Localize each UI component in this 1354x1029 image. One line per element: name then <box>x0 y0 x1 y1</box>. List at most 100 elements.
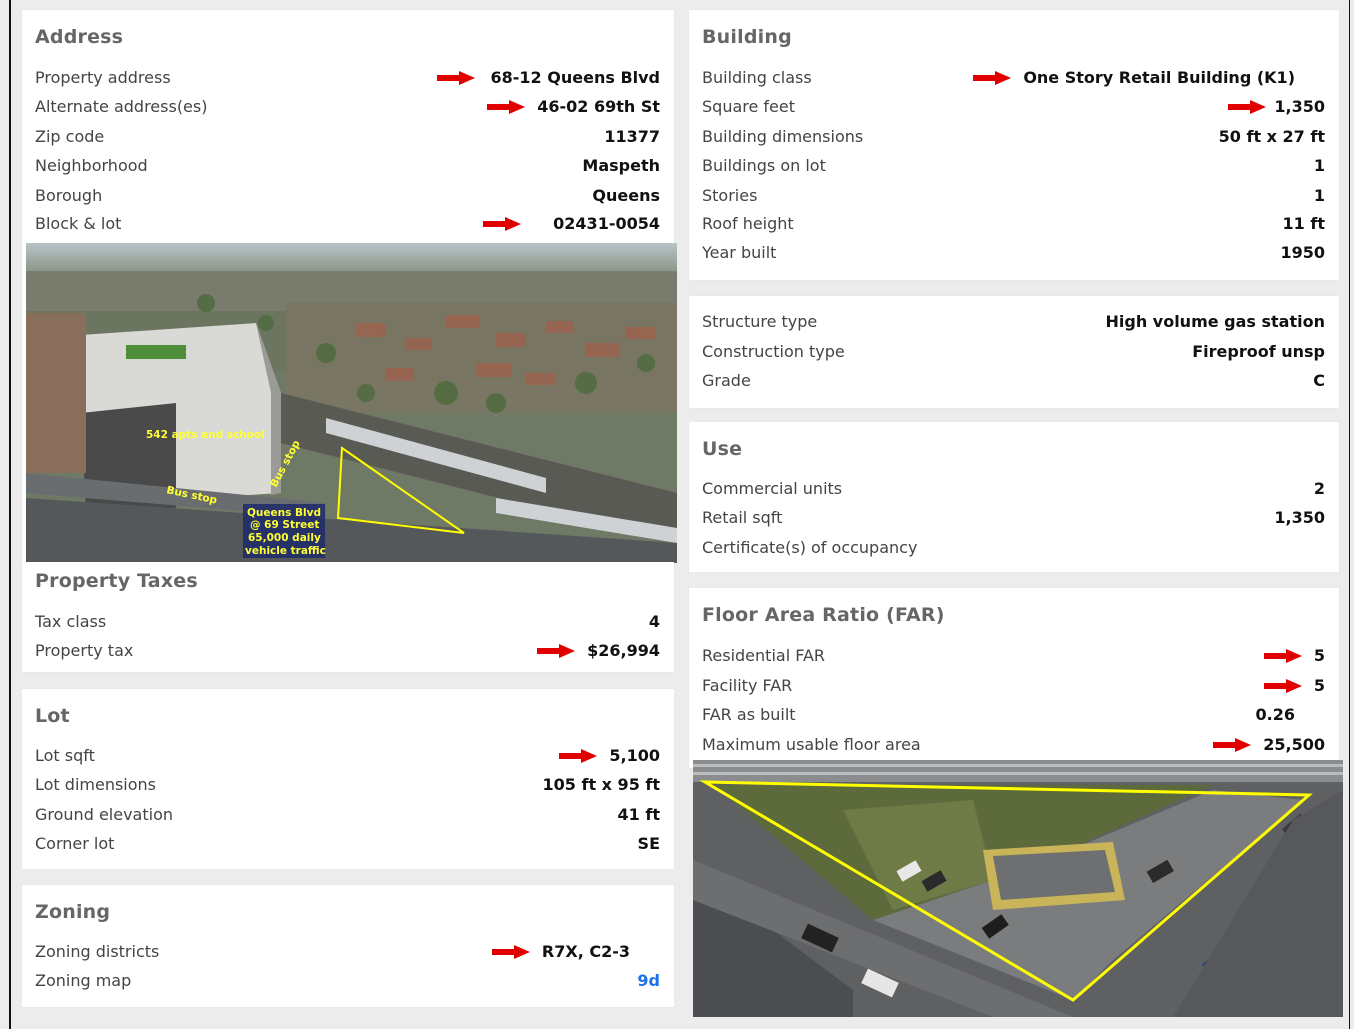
borough-value: Queens <box>592 186 660 205</box>
max-usable-floor-area-value: 25,500 <box>1213 735 1325 754</box>
left-border <box>9 0 11 1029</box>
property-address-row: Property address 68-12 Queens Blvd <box>35 68 660 92</box>
construction-type-row: Construction type Fireproof unsp <box>702 342 1325 366</box>
right-border <box>1349 0 1350 1029</box>
residential-far-label: Residential FAR <box>702 646 826 665</box>
ground-elevation-value: 41 ft <box>617 805 660 824</box>
certificate-occupancy-row: Certificate(s) of occupancy <box>702 538 1325 562</box>
commercial-units-label: Commercial units <box>702 479 843 498</box>
lot-sqft-row: Lot sqft 5,100 <box>35 746 660 770</box>
building-dimensions-row: Building dimensions 50 ft x 27 ft <box>702 127 1325 151</box>
zoning-map-link[interactable]: 9d <box>637 971 660 990</box>
lot-aerial-photo <box>693 760 1343 1017</box>
red-arrow-icon <box>973 70 1012 85</box>
lot-title: Lot <box>35 705 70 727</box>
lot-sqft-value: 5,100 <box>559 746 660 765</box>
alternate-address-row: Alternate address(es) 46-02 69th St <box>35 97 660 121</box>
red-arrow-icon <box>1213 737 1252 752</box>
use-title: Use <box>702 438 743 460</box>
facility-far-row: Facility FAR 5 <box>702 676 1325 700</box>
certificate-occupancy-label: Certificate(s) of occupancy <box>702 538 918 557</box>
lot-dimensions-label: Lot dimensions <box>35 775 156 794</box>
red-arrow-icon <box>1263 648 1302 663</box>
red-arrow-icon <box>483 216 541 231</box>
property-taxes-card: Property Taxes Tax class 4 Property tax … <box>22 562 674 672</box>
neighborhood-label: Neighborhood <box>35 156 148 175</box>
building-class-label: Building class <box>702 68 812 87</box>
construction-type-label: Construction type <box>702 342 845 361</box>
retail-sqft-label: Retail sqft <box>702 508 783 527</box>
zoning-districts-label: Zoning districts <box>35 942 160 961</box>
property-tax-value: $26,994 <box>537 641 660 660</box>
block-lot-label: Block & lot <box>35 214 122 233</box>
roof-height-value: 11 ft <box>1282 214 1325 233</box>
retail-sqft-row: Retail sqft 1,350 <box>702 508 1325 532</box>
structure-type-label: Structure type <box>702 312 818 331</box>
property-address-label: Property address <box>35 68 171 87</box>
traffic-caption-line1: Queens Blvd <box>247 507 321 519</box>
building-class-value: One Story Retail Building (K1) <box>973 68 1295 87</box>
stories-label: Stories <box>702 186 758 205</box>
aerial-neighborhood-photo: 542 apts and school Bus stop Bus stop Qu… <box>26 243 677 563</box>
building-class-row: Building class One Story Retail Building… <box>702 68 1325 92</box>
lot-sqft-label: Lot sqft <box>35 746 95 765</box>
construction-type-value: Fireproof unsp <box>1192 342 1325 361</box>
property-address-value: 68-12 Queens Blvd <box>436 68 660 87</box>
zoning-title: Zoning <box>35 901 111 923</box>
zip-code-label: Zip code <box>35 127 105 146</box>
far-as-built-value: 0.26 <box>1255 705 1295 724</box>
zoning-card: Zoning Zoning districts R7X, C2-3 Zoning… <box>22 885 674 1007</box>
far-card: Floor Area Ratio (FAR) Residential FAR 5… <box>689 588 1339 768</box>
square-feet-row: Square feet 1,350 <box>702 97 1325 121</box>
property-tax-row: Property tax $26,994 <box>35 641 660 665</box>
borough-row: Borough Queens <box>35 186 660 210</box>
corner-lot-row: Corner lot SE <box>35 834 660 858</box>
lot-card: Lot Lot sqft 5,100 Lot dimensions 105 ft… <box>22 689 674 869</box>
red-arrow-icon <box>537 643 576 658</box>
address-card: Address Property address 68-12 Queens Bl… <box>22 10 677 563</box>
zoning-districts-row: Zoning districts R7X, C2-3 <box>35 942 660 966</box>
apartments-caption: 542 apts and school <box>146 429 265 441</box>
buildings-on-lot-row: Buildings on lot 1 <box>702 156 1325 180</box>
property-taxes-title: Property Taxes <box>35 570 198 592</box>
borough-label: Borough <box>35 186 103 205</box>
square-feet-label: Square feet <box>702 97 796 116</box>
residential-far-value: 5 <box>1263 646 1325 665</box>
stories-row: Stories 1 <box>702 186 1325 210</box>
block-lot-value: 02431-0054 <box>483 214 660 233</box>
ground-elevation-label: Ground elevation <box>35 805 173 824</box>
facility-far-label: Facility FAR <box>702 676 793 695</box>
red-arrow-icon <box>487 99 526 114</box>
lot-dimensions-value: 105 ft x 95 ft <box>542 775 660 794</box>
red-arrow-icon <box>559 748 598 763</box>
max-usable-floor-area-label: Maximum usable floor area <box>702 735 921 754</box>
roof-height-row: Roof height 11 ft <box>702 214 1325 238</box>
lot-dimensions-row: Lot dimensions 105 ft x 95 ft <box>35 775 660 799</box>
tax-class-value: 4 <box>648 612 660 631</box>
residential-far-row: Residential FAR 5 <box>702 646 1325 670</box>
commercial-units-value: 2 <box>1313 479 1325 498</box>
far-as-built-label: FAR as built <box>702 705 796 724</box>
block-lot-row: Block & lot 02431-0054 <box>35 214 660 238</box>
building-title: Building <box>702 26 792 48</box>
property-tax-label: Property tax <box>35 641 134 660</box>
grade-value: C <box>1313 371 1325 390</box>
red-arrow-icon <box>436 70 475 85</box>
tax-class-label: Tax class <box>35 612 107 631</box>
zoning-districts-value: R7X, C2-3 <box>491 942 630 961</box>
square-feet-value: 1,350 <box>1228 97 1325 116</box>
address-title: Address <box>35 26 124 48</box>
buildings-on-lot-label: Buildings on lot <box>702 156 826 175</box>
year-built-row: Year built 1950 <box>702 243 1325 267</box>
far-as-built-row: FAR as built 0.26 <box>702 705 1325 729</box>
neighborhood-value: Maspeth <box>582 156 660 175</box>
corner-lot-value: SE <box>637 834 660 853</box>
traffic-caption-line4: vehicle traffic <box>245 545 326 557</box>
structure-type-row: Structure type High volume gas station <box>702 312 1325 336</box>
year-built-value: 1950 <box>1280 243 1325 262</box>
zoning-map-label: Zoning map <box>35 971 132 990</box>
alternate-address-label: Alternate address(es) <box>35 97 208 116</box>
building-card: Building Building class One Story Retail… <box>689 10 1339 280</box>
grade-label: Grade <box>702 371 751 390</box>
neighborhood-row: Neighborhood Maspeth <box>35 156 660 180</box>
